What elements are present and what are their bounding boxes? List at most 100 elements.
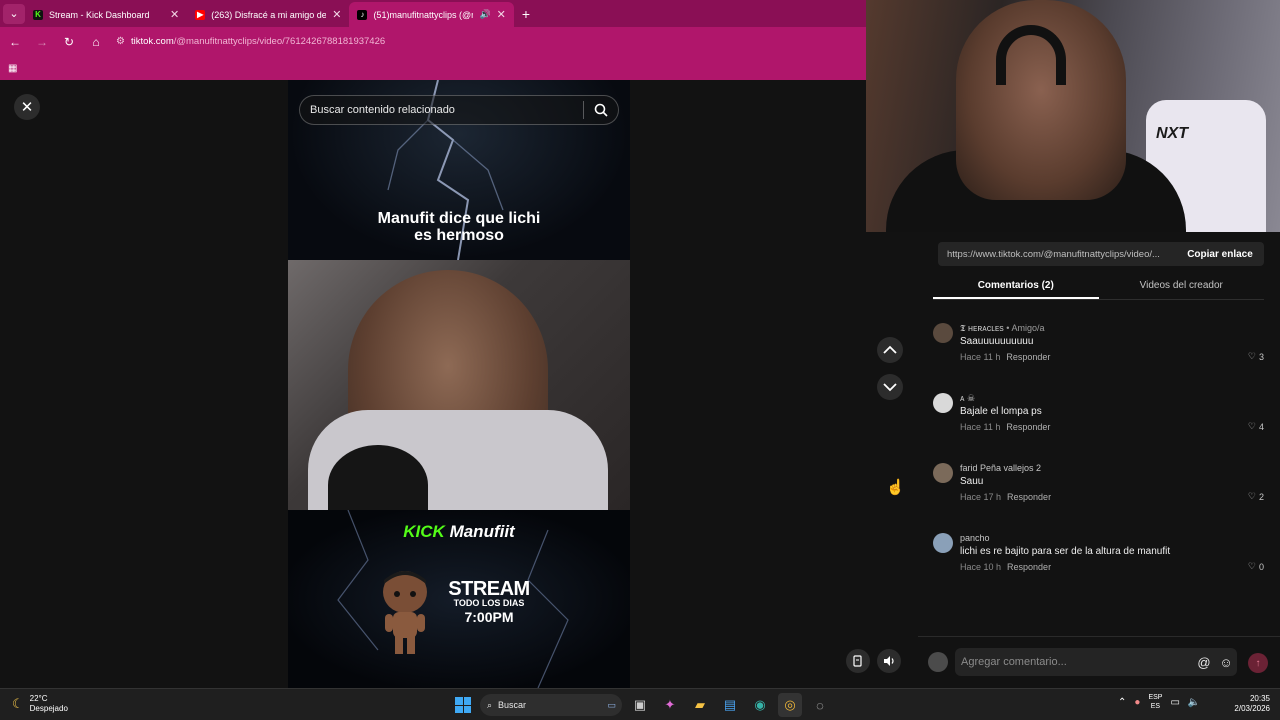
stream-days: TODO LOS DIAS: [453, 598, 525, 608]
comment-meta: Hace 11 h Responder: [960, 352, 1050, 362]
like-button[interactable]: ♡ 2: [1248, 491, 1264, 502]
comment-author[interactable]: ᴀ ☠: [960, 393, 975, 404]
tab-search-icon[interactable]: ⌄: [3, 3, 25, 24]
url-path: /@manufitnattyclips/video/76124267881819…: [173, 36, 386, 47]
heart-icon: ♡: [1247, 351, 1256, 361]
like-button[interactable]: ♡ 3: [1248, 351, 1264, 362]
avatar: [928, 652, 948, 672]
close-icon[interactable]: ✕: [497, 8, 506, 21]
avatar[interactable]: [933, 393, 953, 413]
like-count: 2: [1258, 491, 1264, 502]
home-icon[interactable]: ⌂: [84, 30, 108, 54]
reply-button[interactable]: Responder: [1006, 352, 1050, 362]
search-input[interactable]: Buscar contenido relacionado: [310, 104, 583, 116]
comment-time: Hace 11 h: [960, 352, 1001, 362]
language-indicator[interactable]: ESP ES: [1148, 693, 1162, 711]
tab-label: (263) Disfracé a mi amigo de M: [211, 9, 327, 20]
store-icon[interactable]: ▤: [718, 693, 742, 717]
close-icon[interactable]: ✕: [332, 8, 341, 21]
windows-start-icon[interactable]: [452, 694, 474, 716]
address-bar: ← → ↻ ⌂ ⚙ tiktok.com/@manufitnattyclips/…: [0, 27, 866, 56]
comment-author[interactable]: 𝕿 ʜᴇʀᴀᴄʟᴇs • Amigo/a: [960, 323, 1044, 334]
chevron-down-icon: [883, 383, 897, 392]
author-name: farid Peña vallejos 2: [960, 463, 1042, 473]
comment-text: Bajale el lompa ps: [960, 406, 1042, 417]
speaker-icon[interactable]: 🔊: [479, 9, 490, 20]
browser-tab-bar: ⌄ K Stream - Kick Dashboard ✕ ▶ (263) Di…: [0, 0, 866, 27]
new-tab-button[interactable]: +: [522, 6, 530, 22]
reply-button[interactable]: Responder: [1006, 422, 1050, 432]
like-count: 3: [1258, 351, 1264, 362]
send-comment-button[interactable]: ↑: [1248, 653, 1268, 673]
avatar[interactable]: [933, 533, 953, 553]
taskbar-search[interactable]: ⌕ Buscar ▭: [480, 694, 622, 716]
display-icon[interactable]: ▭: [1170, 697, 1179, 708]
forward-icon[interactable]: →: [30, 30, 54, 54]
comment-input[interactable]: Agregar comentario... @ ☺: [955, 648, 1237, 676]
back-icon[interactable]: ←: [3, 30, 27, 54]
avatar[interactable]: [933, 323, 953, 343]
comment-item: ᴀ ☠ Bajale el lompa ps Hace 11 h Responde…: [933, 393, 1264, 453]
flag-icon: [853, 655, 862, 667]
obs-icon[interactable]: ◌: [808, 693, 832, 717]
video-player[interactable]: Buscar contenido relacionado Manufit dic…: [288, 80, 630, 688]
comment-time: Hace 10 h: [960, 562, 1002, 572]
copilot-icon[interactable]: ✦: [658, 693, 682, 717]
reply-button[interactable]: Responder: [1007, 562, 1051, 572]
edge-icon[interactable]: ◉: [748, 693, 772, 717]
caption-line: es hermoso: [414, 227, 504, 244]
tab-tiktok[interactable]: ♪ (51)manufitnattyclips (@m 🔊 ✕: [349, 2, 514, 27]
caption-line: Manufit dice que lichi: [377, 210, 541, 227]
previous-video-button[interactable]: [877, 337, 903, 363]
tiktok-video-page: ✕ Buscar contenido relacionado Manufit d…: [0, 80, 918, 688]
chair-logo-graphic: NXT: [1156, 125, 1188, 142]
next-video-button[interactable]: [877, 374, 903, 400]
author-name: pancho: [960, 533, 990, 543]
apps-grid-icon[interactable]: ▦: [8, 63, 17, 74]
taskbar-apps: ⌕ Buscar ▭ ▣ ✦ ▰ ▤ ◉ ◎ ◌: [452, 693, 832, 717]
reload-icon[interactable]: ↻: [57, 30, 81, 54]
tab-kick-dashboard[interactable]: K Stream - Kick Dashboard ✕: [25, 2, 187, 27]
comment-author[interactable]: farid Peña vallejos 2: [960, 463, 1041, 473]
comment-input-placeholder[interactable]: Agregar comentario...: [955, 656, 1193, 668]
panel-tabs: Comentarios (2) Videos del creador: [933, 276, 1264, 300]
stream-time: 7:00PM: [464, 609, 514, 625]
task-view-icon[interactable]: ▣: [628, 693, 652, 717]
emoji-icon[interactable]: ☺: [1215, 655, 1237, 670]
share-url-field[interactable]: https://www.tiktok.com/@manufitnattyclip…: [938, 249, 1176, 260]
copy-link-button[interactable]: Copiar enlace: [1176, 242, 1264, 266]
site-settings-icon[interactable]: ⚙: [116, 36, 125, 47]
like-button[interactable]: ♡ 4: [1248, 421, 1264, 432]
chevron-up-icon[interactable]: ⌃: [1118, 697, 1126, 708]
brand-name: Manufiit: [449, 522, 515, 541]
like-button[interactable]: ♡ 0: [1248, 561, 1264, 572]
reply-button[interactable]: Responder: [1007, 492, 1051, 502]
search-icon[interactable]: [584, 103, 618, 117]
comment-meta: Hace 17 h Responder: [960, 492, 1051, 502]
system-tray: ⌃ ● ESP ES ▭ 🔈: [1118, 693, 1200, 711]
moon-icon: ☾: [12, 696, 24, 711]
stream-schedule: STREAM TODO LOS DIAS 7:00PM: [444, 579, 534, 625]
tab-comments[interactable]: Comentarios (2): [933, 276, 1099, 299]
close-icon[interactable]: ✕: [170, 8, 179, 21]
report-button[interactable]: [846, 649, 870, 673]
related-search-bar[interactable]: Buscar contenido relacionado: [299, 95, 619, 125]
comment-author[interactable]: pancho: [960, 533, 990, 543]
brand-logo: KICK Manufiit: [288, 522, 630, 542]
url-field[interactable]: ⚙ tiktok.com/@manufitnattyclips/video/76…: [116, 36, 385, 47]
close-video-button[interactable]: ✕: [14, 94, 40, 120]
volume-button[interactable]: [877, 649, 901, 673]
file-explorer-icon[interactable]: ▰: [688, 693, 712, 717]
avatar[interactable]: [933, 463, 953, 483]
microphone-icon[interactable]: ●: [1134, 697, 1140, 708]
weather-widget[interactable]: ☾ 22°C Despejado: [12, 694, 68, 714]
chrome-icon[interactable]: ◎: [778, 693, 802, 717]
tab-creator-videos[interactable]: Videos del creador: [1099, 276, 1265, 299]
taskbar-clock[interactable]: 20:35 2/03/2026: [1230, 694, 1270, 714]
mouse-cursor-icon: ☝: [886, 479, 905, 496]
volume-icon[interactable]: 🔈: [1188, 697, 1200, 708]
search-icon: ⌕: [487, 699, 493, 710]
mention-icon[interactable]: @: [1193, 655, 1215, 670]
url-host: tiktok.com: [130, 36, 174, 47]
tab-youtube[interactable]: ▶ (263) Disfracé a mi amigo de M ✕: [187, 2, 349, 27]
